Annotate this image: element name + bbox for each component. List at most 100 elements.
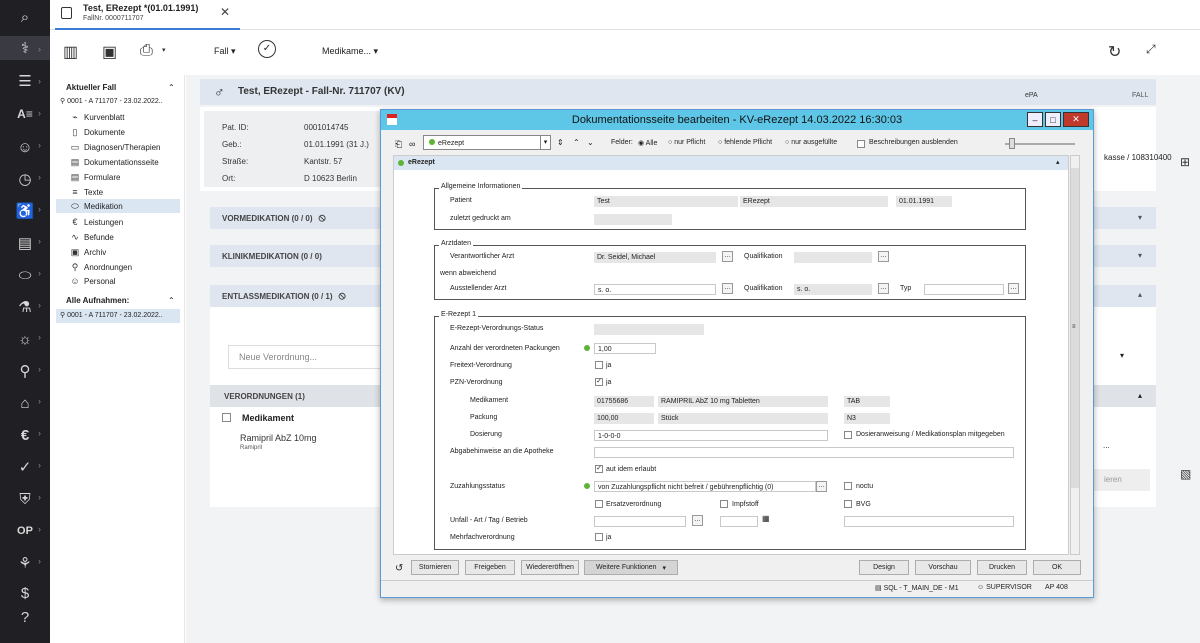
radio-fehlende-pflicht[interactable]: ○ fehlende Pflicht [718, 139, 772, 146]
sort-icon[interactable]: ⇕ [557, 138, 564, 147]
list-icon[interactable]: ☰ [12, 70, 38, 92]
action-button[interactable]: ieren [1090, 469, 1150, 491]
weitere-funktionen-button[interactable]: Weitere Funktionen ▾ [584, 560, 678, 575]
package-count-field[interactable]: 1,00 [594, 343, 656, 354]
collapse-icon[interactable]: ⌃ [168, 83, 175, 92]
copayment-field[interactable]: von Zuzahlungspflicht nicht befreit / ge… [594, 481, 816, 492]
accident-date-field[interactable] [720, 516, 758, 527]
typ-lookup-button[interactable]: … [1008, 283, 1019, 294]
copayment-lookup-button[interactable]: … [816, 481, 827, 492]
check-icon[interactable]: ✓ [12, 456, 38, 478]
id-card-icon[interactable]: ⊞ [1180, 155, 1190, 169]
text-icon[interactable]: A≡ [12, 103, 38, 125]
clipboard-icon[interactable]: ▤ [12, 232, 38, 254]
doctor-lookup-button[interactable]: … [722, 251, 733, 262]
fall-menu[interactable]: Fall ▾ [214, 46, 236, 57]
medikamente-menu[interactable]: Medikame... ▾ [322, 46, 378, 57]
nav-dokumente[interactable]: ▯ Dokumente [70, 125, 125, 139]
op-icon[interactable]: OP [12, 520, 38, 542]
history-icon[interactable]: ↺ [395, 563, 403, 574]
glasses-icon[interactable]: ∞ [409, 139, 415, 149]
form-select[interactable]: eRezept ▾ [423, 135, 551, 150]
accident-type-field[interactable] [594, 516, 686, 527]
stornieren-button[interactable]: Stornieren [411, 560, 459, 575]
money-icon[interactable]: $ [12, 582, 38, 604]
search-icon[interactable]: ⌕ [12, 6, 38, 28]
euro-icon[interactable]: € [12, 424, 38, 446]
nav-formulare[interactable]: ▤ Formulare [70, 170, 121, 184]
clock-icon[interactable]: ◷ [12, 168, 38, 190]
nav-befunde[interactable]: ∿ Befunde [70, 230, 114, 244]
pzn-checkbox[interactable]: ✓ [595, 378, 603, 386]
nav-anordnungen[interactable]: ⚲ Anordnungen [70, 260, 132, 274]
prescription-drug[interactable]: Ramipril AbZ 10mg [240, 433, 317, 443]
radio-nur-ausgefuellte[interactable]: ○ nur ausgefüllte [785, 139, 837, 146]
issuing-doctor-field[interactable]: s. o. [594, 284, 716, 295]
collapse-all-icon[interactable]: ⌄ [587, 138, 594, 147]
chevron-down-icon[interactable]: ▾ [162, 46, 166, 54]
issuing-lookup-button[interactable]: … [722, 283, 733, 294]
nav-archiv[interactable]: ▣ Archiv [70, 245, 107, 259]
chevron-down-icon[interactable]: ▾ [1138, 213, 1142, 222]
hide-descriptions-checkbox[interactable] [857, 140, 865, 148]
minimize-button[interactable]: – [1027, 112, 1043, 127]
nav-leistungen[interactable]: € Leistungen [70, 215, 123, 229]
flask-icon[interactable]: ⚗ [12, 296, 38, 318]
brain-icon[interactable]: ⚕ [0, 36, 50, 60]
vorschau-button[interactable]: Vorschau [915, 560, 971, 575]
chevron-up-icon[interactable]: ▴ [1056, 158, 1060, 166]
nav-texte[interactable]: ≡ Texte [70, 185, 103, 199]
typ-field[interactable] [924, 284, 1004, 295]
calendar-icon[interactable]: ▦ [762, 514, 770, 523]
dosage-field[interactable]: 1-0-0-0 [594, 430, 828, 441]
expand-all-icon[interactable]: ⌃ [573, 138, 580, 147]
refresh-icon[interactable]: ↻ [1108, 42, 1121, 62]
maximize-button[interactable]: □ [1045, 112, 1061, 127]
select-all-checkbox[interactable] [222, 413, 231, 422]
tab-patient[interactable]: Test, ERezept *(01.01.1991) FallNr. 0000… [55, 0, 240, 30]
freigeben-button[interactable]: Freigeben [465, 560, 515, 575]
collapse-icon[interactable]: ⌃ [168, 296, 175, 305]
close-icon[interactable]: ✕ [220, 5, 230, 19]
vertical-scrollbar[interactable]: ≡ [1070, 155, 1080, 555]
zoom-slider-handle[interactable] [1009, 138, 1015, 149]
pharmacy-notes-field[interactable] [594, 447, 1014, 458]
nav-kurvenblatt[interactable]: ⌁ Kurvenblatt [70, 110, 124, 124]
print-icon[interactable]: ⎙ [140, 42, 153, 60]
noctu-checkbox[interactable] [844, 482, 852, 490]
vaccine-checkbox[interactable] [720, 500, 728, 508]
row-menu-button[interactable]: ... [1103, 441, 1110, 450]
chevron-down-icon[interactable]: ▾ [1138, 251, 1142, 260]
freetext-checkbox[interactable] [595, 361, 603, 369]
ok-button[interactable]: OK [1033, 560, 1081, 575]
check-circle-icon[interactable]: ✓ [258, 40, 276, 58]
section-erezept[interactable]: eRezept [394, 156, 1068, 170]
person-card-icon[interactable]: ▣ [102, 42, 117, 62]
qualification-lookup-button-2[interactable]: … [878, 283, 889, 294]
wiedereroeffnen-button[interactable]: Wiedereröffnen [521, 560, 579, 575]
nav-diagnosen[interactable]: ▭ Diagnosen/Therapien [70, 140, 161, 154]
multiple-prescription-checkbox[interactable] [595, 533, 603, 541]
zoom-slider[interactable] [1005, 143, 1075, 145]
qualification-lookup-button[interactable]: … [878, 251, 889, 262]
wheelchair-icon[interactable]: ♿ [12, 200, 38, 222]
admission-entry[interactable]: ⚲ 0001 - A 711707 - 23.02.2022.. [56, 309, 180, 323]
bvg-checkbox[interactable] [844, 500, 852, 508]
aut-idem-checkbox[interactable]: ✓ [595, 465, 603, 473]
nav-dokumentationsseite[interactable]: ▤ Dokumentationsseite [70, 155, 159, 169]
person-icon[interactable]: ☺ [12, 136, 38, 158]
case-entry[interactable]: ⚲ 0001 - A 711707 - 23.02.2022.. [60, 97, 163, 105]
close-button[interactable]: ✕ [1063, 112, 1089, 127]
expand-icon[interactable]: ⤢ [1146, 42, 1156, 57]
chevron-down-icon[interactable]: ▾ [1120, 351, 1124, 360]
radio-nur-pflicht[interactable]: ○ nur Pflicht [668, 139, 705, 146]
import-icon[interactable]: ⎗ [395, 139, 402, 150]
chevron-up-icon[interactable]: ▴ [1138, 391, 1142, 400]
baby-icon[interactable]: ⚘ [12, 552, 38, 574]
pill-icon[interactable]: ⬭ [12, 264, 38, 286]
radio-alle[interactable]: ◉ Alle [638, 139, 657, 147]
sidebar-doc-icon[interactable]: ▧ [1180, 467, 1191, 481]
accident-lookup-button[interactable]: … [692, 515, 703, 526]
shield-icon[interactable]: ⛨ [12, 488, 38, 510]
dosage-instruction-checkbox[interactable] [844, 431, 852, 439]
